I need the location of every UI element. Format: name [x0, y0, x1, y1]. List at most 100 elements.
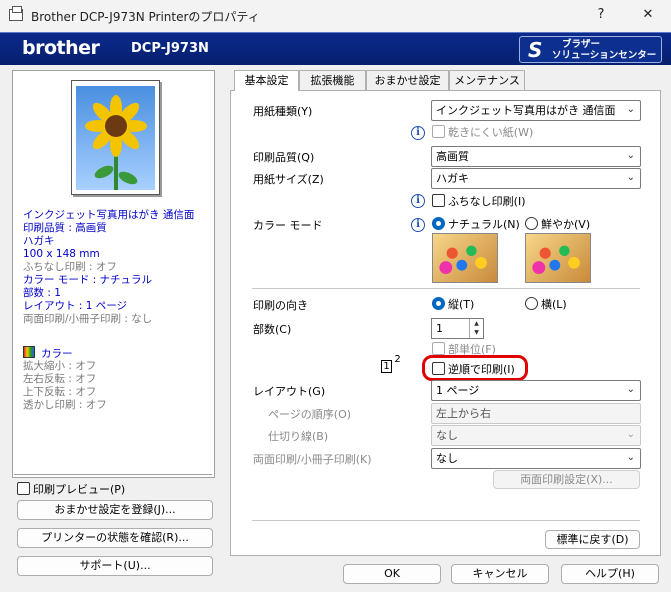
quality-value: 高画質	[436, 150, 469, 163]
summary-duplex: 両面印刷/小冊子印刷 : なし	[23, 313, 153, 325]
summary-copies: 部数 : 1	[23, 287, 61, 299]
print-preview-checkbox[interactable]	[17, 482, 30, 495]
media-type-dropdown[interactable]: インクジェット写真用はがき 通信面 ⌄	[431, 100, 641, 121]
quality-dropdown[interactable]: 高画質 ⌄	[431, 146, 641, 167]
chevron-down-icon: ⌄	[626, 384, 635, 395]
summary-reverse: 上下反転 : オフ	[23, 386, 97, 398]
vivid-radio[interactable]	[525, 217, 538, 230]
summary-media-type: インクジェット写真用はがき 通信面	[23, 209, 195, 221]
slow-drying-checkbox[interactable]	[432, 125, 445, 138]
restore-default-button[interactable]: 標準に戻す(D)	[545, 530, 640, 549]
brand-bar: brother DCP-J973N S ブラザー ソリューションセンター	[0, 32, 671, 65]
solution-center-label-1: ブラザー	[562, 39, 601, 50]
printer-icon	[9, 6, 23, 21]
layout-value: 1 ページ	[436, 384, 480, 397]
paper-preview-thumbnail	[71, 80, 160, 195]
tab-favorites[interactable]: おまかせ設定	[366, 70, 449, 90]
paper-size-label: 用紙サイズ(Z)	[253, 173, 324, 186]
summary-color-label: カラー	[41, 348, 73, 360]
page-order-label: ページの順序(O)	[268, 408, 352, 421]
borderless-label: ふちなし印刷(I)	[448, 195, 526, 208]
orientation-label: 印刷の向き	[253, 299, 308, 312]
summary-paper-size: ハガキ	[23, 235, 55, 247]
paper-size-dropdown[interactable]: ハガキ ⌄	[431, 168, 641, 189]
summary-mirror: 左右反転 : オフ	[23, 373, 97, 385]
spin-arrows-icon[interactable]: ▲ ▼	[469, 319, 483, 338]
media-type-value: インクジェット写真用はがき 通信面	[436, 104, 616, 117]
check-printer-status-button[interactable]: プリンターの状態を確認(R)...	[17, 528, 213, 548]
settings-preview-panel: インクジェット写真用はがき 通信面 印刷品質 : 高画質 ハガキ 100 x 1…	[12, 70, 215, 478]
print-preview-label: 印刷プレビュー(P)	[33, 483, 126, 496]
model-name: DCP-J973N	[131, 41, 209, 56]
layout-dropdown[interactable]: 1 ページ ⌄	[431, 380, 641, 401]
window-title: Brother DCP-J973N Printerのプロパティ	[31, 10, 260, 24]
vivid-label: 鮮やか(V)	[541, 218, 591, 231]
brother-logo: brother	[22, 37, 100, 59]
tab-basic[interactable]: 基本設定	[234, 70, 299, 91]
portrait-label: 縦(T)	[448, 298, 475, 311]
info-icon[interactable]: i	[411, 126, 425, 140]
section-divider	[252, 520, 640, 521]
solution-center-label-2: ソリューションセンター	[552, 50, 657, 61]
summary-scaling: 拡大縮小 : オフ	[23, 360, 97, 372]
natural-radio[interactable]	[432, 217, 445, 230]
borderless-checkbox[interactable]	[432, 194, 445, 207]
support-button[interactable]: サポート(U)...	[17, 556, 213, 576]
slow-drying-label: 乾きにくい紙(W)	[448, 126, 534, 139]
summary-quality: 印刷品質 : 高画質	[23, 222, 107, 234]
solution-center-button[interactable]: S ブラザー ソリューションセンター	[519, 36, 662, 63]
border-line-label: 仕切り線(B)	[268, 430, 329, 443]
cancel-button[interactable]: キャンセル	[451, 564, 549, 584]
border-line-dropdown[interactable]: なし ⌄	[431, 425, 641, 446]
help-footer-button[interactable]: ヘルプ(H)	[561, 564, 659, 584]
color-icon	[23, 346, 35, 358]
vivid-sample-image[interactable]	[525, 233, 591, 283]
summary-color-mode: カラー モード : ナチュラル	[23, 274, 153, 286]
summary-watermark: 透かし印刷 : オフ	[23, 399, 107, 411]
chevron-down-icon: ⌄	[626, 172, 635, 183]
info-icon[interactable]: i	[411, 194, 425, 208]
register-favorite-button[interactable]: おまかせ設定を登録(J)...	[17, 500, 213, 520]
copies-spinbox[interactable]: 1 ▲ ▼	[431, 318, 484, 339]
close-button[interactable]: ✕	[633, 4, 663, 26]
page-order-dropdown[interactable]: 左上から右	[431, 403, 641, 424]
reverse-order-icon: 1 2	[381, 354, 405, 374]
copies-label: 部数(C)	[253, 323, 292, 336]
info-icon[interactable]: i	[411, 218, 425, 232]
quality-label: 印刷品質(Q)	[253, 151, 315, 164]
section-divider	[252, 288, 640, 289]
highlight-annotation	[422, 355, 528, 381]
duplex-label: 両面印刷/小冊子印刷(K)	[253, 453, 372, 466]
duplex-value: なし	[436, 452, 458, 465]
help-button[interactable]: ?	[586, 4, 616, 26]
landscape-label: 横(L)	[541, 298, 567, 311]
layout-label: レイアウト(G)	[253, 385, 326, 398]
duplex-settings-button[interactable]: 両面印刷設定(X)...	[493, 470, 640, 489]
chevron-down-icon: ⌄	[626, 452, 635, 463]
chevron-down-icon: ⌄	[626, 429, 635, 440]
tab-advanced[interactable]: 拡張機能	[299, 70, 366, 90]
tab-maintenance[interactable]: メンテナンス	[449, 70, 525, 90]
color-mode-label: カラー モード	[253, 219, 323, 232]
sunflower-icon	[85, 95, 147, 190]
ok-button[interactable]: OK	[343, 564, 441, 584]
landscape-radio[interactable]	[525, 297, 538, 310]
left-divider	[14, 474, 212, 475]
chevron-down-icon: ⌄	[626, 150, 635, 161]
paper-size-value: ハガキ	[436, 172, 469, 185]
border-line-value: なし	[436, 429, 458, 442]
natural-sample-image[interactable]	[432, 233, 498, 283]
copies-value: 1	[436, 322, 443, 335]
chevron-down-icon: ⌄	[626, 104, 635, 115]
summary-layout: レイアウト : 1 ページ	[23, 300, 128, 312]
page-order-value: 左上から右	[436, 407, 491, 420]
duplex-dropdown[interactable]: なし ⌄	[431, 448, 641, 469]
summary-dimensions: 100 x 148 mm	[23, 248, 100, 260]
collate-checkbox[interactable]	[432, 342, 445, 355]
summary-borderless: ふちなし印刷 : オフ	[23, 261, 117, 273]
solution-center-icon: S	[528, 38, 543, 62]
natural-label: ナチュラル(N)	[448, 218, 520, 231]
title-bar: Brother DCP-J973N Printerのプロパティ ? ✕	[0, 0, 671, 32]
portrait-radio[interactable]	[432, 297, 445, 310]
media-type-label: 用紙種類(Y)	[253, 105, 313, 118]
